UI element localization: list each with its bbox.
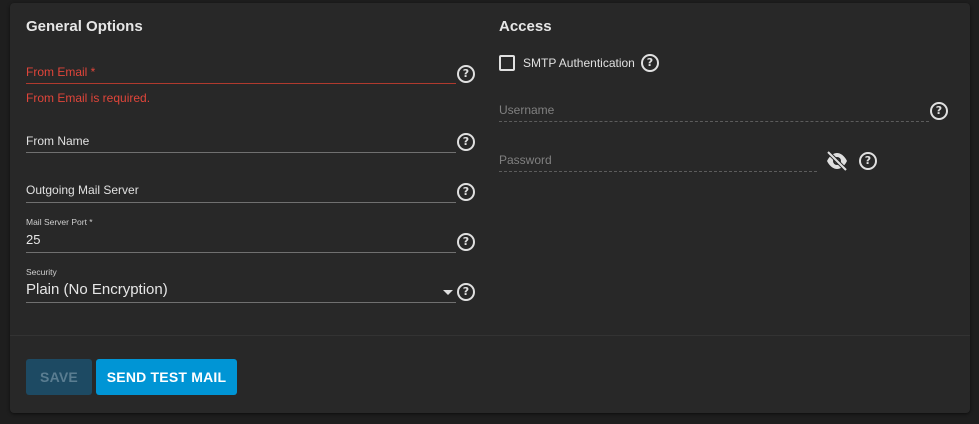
actions-divider (10, 335, 970, 336)
username-field[interactable]: Username (499, 97, 929, 127)
security-label: Security (26, 267, 57, 277)
smtp-authentication-label: SMTP Authentication (523, 56, 635, 70)
mail-server-port-field[interactable]: Mail Server Port * 25 (26, 216, 456, 256)
from-email-field[interactable]: From Email * (26, 59, 456, 89)
mail-server-port-label: Mail Server Port * (26, 217, 93, 227)
outgoing-mail-server-label: Outgoing Mail Server (26, 183, 139, 197)
from-name-underline (26, 152, 456, 153)
outgoing-mail-server-help-icon[interactable]: ? (457, 183, 475, 201)
username-help-icon[interactable]: ? (930, 102, 948, 120)
password-placeholder: Password (499, 153, 552, 167)
send-test-mail-button[interactable]: SEND TEST MAIL (96, 359, 237, 395)
smtp-authentication-checkbox[interactable] (499, 55, 515, 71)
password-field[interactable]: Password (499, 147, 817, 177)
mail-server-port-help-icon[interactable]: ? (457, 233, 475, 251)
from-email-help-icon[interactable]: ? (457, 65, 475, 83)
username-underline (499, 121, 929, 122)
from-name-field[interactable]: From Name (26, 128, 456, 158)
outgoing-mail-server-field[interactable]: Outgoing Mail Server (26, 177, 456, 207)
mail-server-port-value: 25 (26, 232, 41, 247)
from-name-label: From Name (26, 134, 90, 148)
from-email-underline (26, 83, 456, 84)
security-selected-value: Plain (No Encryption) (26, 281, 168, 298)
general-options-title: General Options (26, 18, 143, 35)
security-select[interactable]: Security Plain (No Encryption) (26, 266, 456, 306)
mail-server-port-underline (26, 252, 456, 253)
access-title: Access (499, 18, 552, 35)
smtp-authentication-help-icon[interactable]: ? (641, 54, 659, 72)
chevron-down-icon[interactable] (443, 290, 453, 295)
from-name-help-icon[interactable]: ? (457, 133, 475, 151)
outgoing-mail-server-underline (26, 202, 456, 203)
from-email-label: From Email * (26, 65, 96, 79)
from-email-error: From Email is required. (26, 91, 151, 105)
save-button[interactable]: SAVE (26, 359, 92, 395)
username-placeholder: Username (499, 103, 555, 117)
security-underline (26, 302, 456, 303)
password-help-icon[interactable]: ? (859, 152, 877, 170)
security-help-icon[interactable]: ? (457, 283, 475, 301)
visibility-off-icon[interactable] (825, 151, 849, 171)
password-underline (499, 171, 817, 172)
email-settings-card: General Options From Email * ? From Emai… (10, 3, 970, 413)
